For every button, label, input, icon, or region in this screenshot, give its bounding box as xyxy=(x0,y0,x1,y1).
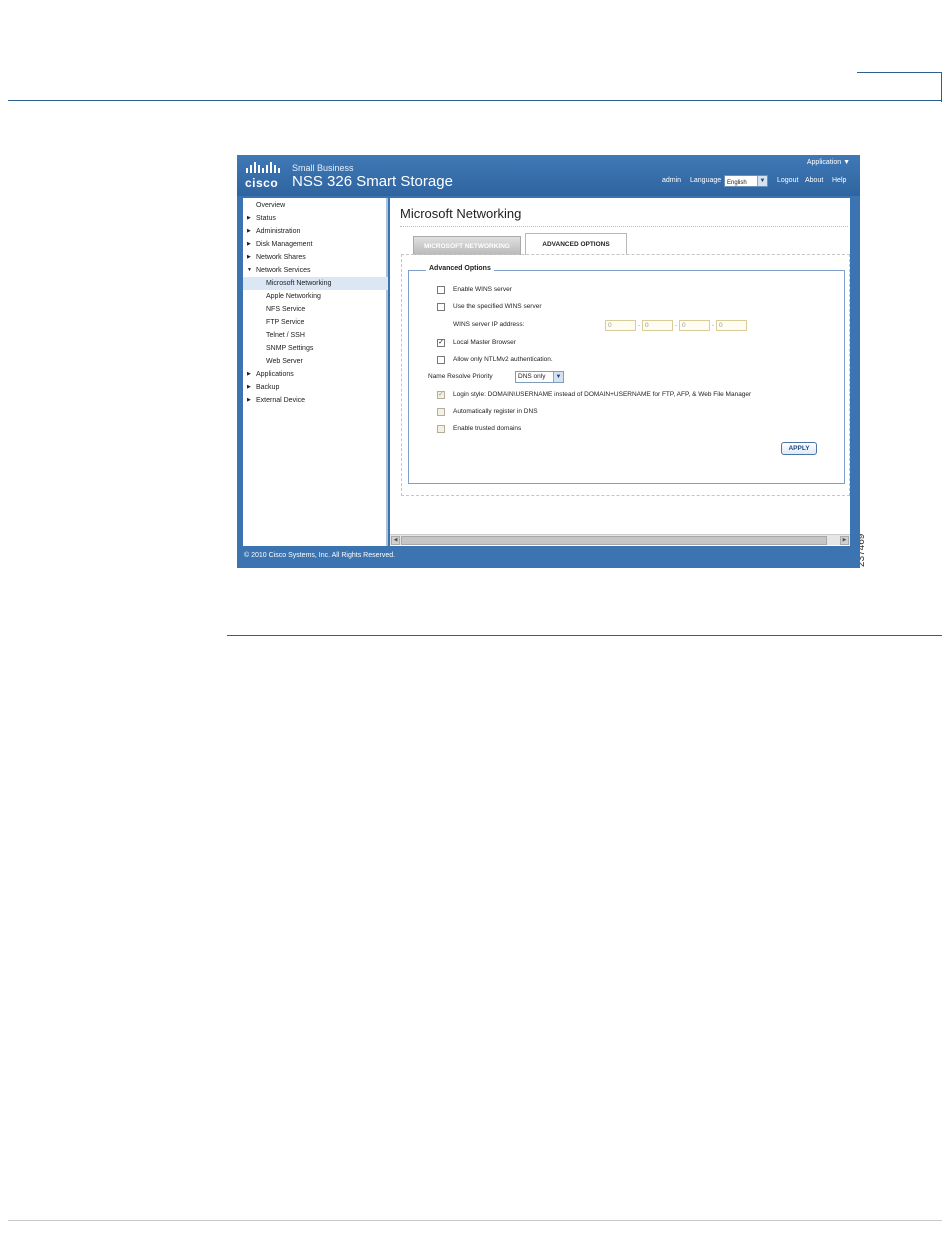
expand-arrow-icon: ▶ xyxy=(247,215,251,221)
enable-wins-checkbox[interactable] xyxy=(437,286,445,294)
name-resolve-value: DNS only xyxy=(518,373,546,380)
caret-down-icon: ▼ xyxy=(843,159,850,166)
cisco-logo: cisco xyxy=(245,161,285,191)
scroll-left-icon[interactable]: ◀ xyxy=(391,536,400,545)
sidebar-item-snmp-settings[interactable]: SNMP Settings xyxy=(243,342,388,355)
expand-arrow-icon: ▶ xyxy=(247,371,251,377)
sidebar-nav: Overview ▶ Status ▶ Administration ▶ Disk M… xyxy=(243,198,388,546)
horizontal-scrollbar[interactable]: ◀ ▶ xyxy=(390,534,850,545)
name-resolve-select[interactable]: DNS only ▼ xyxy=(515,371,564,383)
page-title: Microsoft Networking xyxy=(400,206,522,221)
expand-arrow-icon: ▶ xyxy=(247,384,251,390)
auto-dns-checkbox[interactable] xyxy=(437,408,445,416)
use-wins-checkbox[interactable] xyxy=(437,303,445,311)
sidebar-item-administration[interactable]: ▶ Administration xyxy=(243,225,388,238)
product-title: NSS 326 Smart Storage xyxy=(292,173,453,190)
tab-advanced-options[interactable]: ADVANCED OPTIONS xyxy=(525,233,627,255)
logout-link[interactable]: Logout xyxy=(777,177,798,184)
wins-ip-octet-2[interactable]: 0 xyxy=(642,320,673,331)
sidebar-item-telnet-ssh[interactable]: Telnet / SSH xyxy=(243,329,388,342)
name-resolve-label: Name Resolve Priority xyxy=(428,373,493,380)
cisco-wordmark: cisco xyxy=(245,176,279,190)
about-link[interactable]: About xyxy=(805,177,823,184)
expand-arrow-icon: ▶ xyxy=(247,397,251,403)
tab-microsoft-networking[interactable]: MICROSOFT NETWORKING xyxy=(413,236,521,255)
wins-ip-octet-4[interactable]: 0 xyxy=(716,320,747,331)
title-divider xyxy=(400,226,848,227)
expand-arrow-icon: ▶ xyxy=(247,254,251,260)
sidebar-item-apple-networking[interactable]: Apple Networking xyxy=(243,290,388,303)
sidebar-item-web-server[interactable]: Web Server xyxy=(243,355,388,368)
collapse-arrow-icon: ▼ xyxy=(247,267,252,273)
sidebar-item-microsoft-networking[interactable]: Microsoft Networking xyxy=(243,277,388,290)
apply-button[interactable]: APPLY xyxy=(781,442,817,455)
wins-ip-row: WINS server IP address: 0 . 0 . 0 . 0 xyxy=(453,320,753,331)
app-header: cisco Small Business NSS 326 Smart Stora… xyxy=(237,155,860,196)
expand-arrow-icon: ▶ xyxy=(247,228,251,234)
sidebar-item-network-shares[interactable]: ▶ Network Shares xyxy=(243,251,388,264)
ntlmv2-checkbox[interactable] xyxy=(437,356,445,364)
trusted-domains-checkbox[interactable] xyxy=(437,425,445,433)
sidebar-item-disk-management[interactable]: ▶ Disk Management xyxy=(243,238,388,251)
chevron-down-icon: ▼ xyxy=(757,176,767,186)
sidebar-item-external-device[interactable]: ▶ External Device xyxy=(243,394,388,407)
scroll-thumb[interactable] xyxy=(401,536,827,545)
name-resolve-row: Name Resolve Priority DNS only ▼ xyxy=(428,371,588,383)
header-links: admin Language English ▼ Logout About He… xyxy=(662,175,852,189)
language-value: English xyxy=(727,180,747,186)
sidebar-item-nfs-service[interactable]: NFS Service xyxy=(243,303,388,316)
tab-panel: Advanced Options Enable WINS server Use … xyxy=(401,254,850,496)
ip-separator: . xyxy=(675,321,677,328)
copyright-footer: © 2010 Cisco Systems, Inc. All Rights Re… xyxy=(244,552,396,559)
page-footer-rule xyxy=(8,1220,942,1221)
sidebar-item-network-services[interactable]: ▼ Network Services xyxy=(243,264,388,277)
main-content: Microsoft Networking MICROSOFT NETWORKIN… xyxy=(390,198,850,546)
group-legend: Advanced Options xyxy=(426,265,494,272)
application-menu-label: Application xyxy=(806,159,842,166)
wins-ip-label: WINS server IP address: xyxy=(453,321,525,328)
scroll-right-icon[interactable]: ▶ xyxy=(840,536,849,545)
sidebar-item-status[interactable]: ▶ Status xyxy=(243,212,388,225)
ip-separator: . xyxy=(712,321,714,328)
expand-arrow-icon: ▶ xyxy=(247,241,251,247)
ip-separator: . xyxy=(638,321,640,328)
application-menu[interactable]: Application ▼ xyxy=(807,159,850,166)
help-link[interactable]: Help xyxy=(832,177,846,184)
chevron-down-icon: ▼ xyxy=(553,372,563,382)
figure-bottom-rule xyxy=(227,635,942,636)
language-select[interactable]: English ▼ xyxy=(724,175,768,187)
sidebar-item-ftp-service[interactable]: FTP Service xyxy=(243,316,388,329)
user-name: admin xyxy=(662,177,682,184)
top-rule xyxy=(8,100,942,101)
wins-ip-octet-3[interactable]: 0 xyxy=(679,320,710,331)
sidebar-item-overview[interactable]: Overview xyxy=(243,199,388,212)
advanced-options-group: Advanced Options Enable WINS server Use … xyxy=(408,265,845,484)
cisco-bars-icon xyxy=(246,162,280,173)
nss-web-ui: cisco Small Business NSS 326 Smart Stora… xyxy=(237,155,860,568)
sidebar-item-applications[interactable]: ▶ Applications xyxy=(243,368,388,381)
wins-ip-octet-1[interactable]: 0 xyxy=(605,320,636,331)
language-label: Language xyxy=(690,177,722,184)
brand-subtitle: Small Business xyxy=(292,163,354,173)
login-style-checkbox[interactable]: ✓ xyxy=(437,391,445,399)
chapter-tab-box xyxy=(857,72,942,102)
local-master-checkbox[interactable]: ✓ xyxy=(437,339,445,347)
sidebar-item-backup[interactable]: ▶ Backup xyxy=(243,381,388,394)
